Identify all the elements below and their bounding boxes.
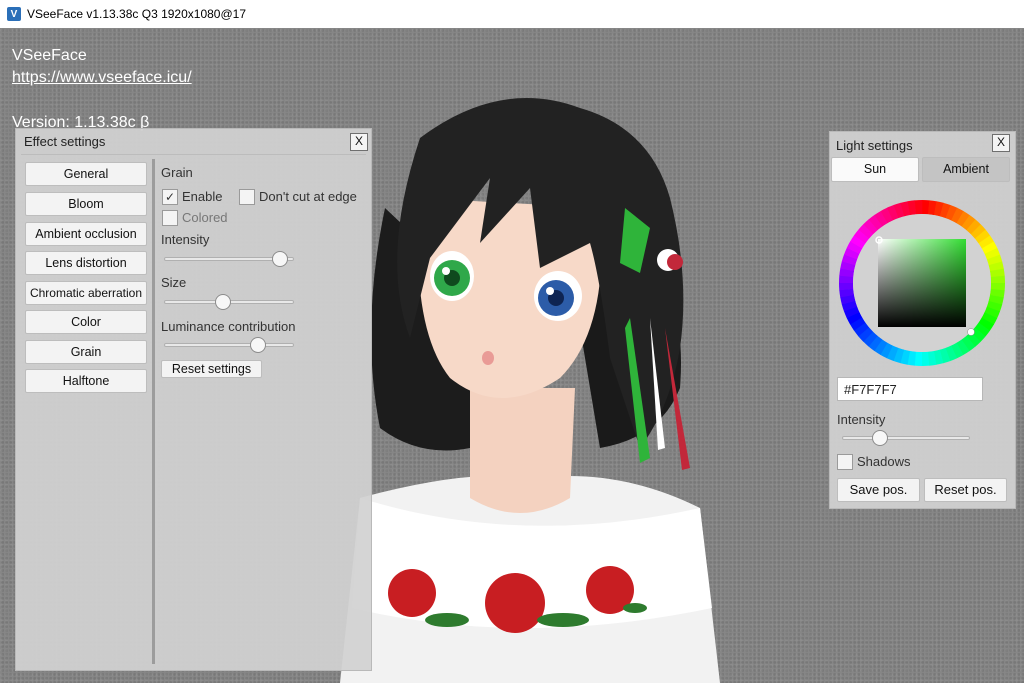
grain-section-title: Grain (161, 165, 193, 180)
light-intensity-label: Intensity (837, 412, 886, 427)
luminance-slider-thumb[interactable] (249, 337, 266, 353)
enable-label: Enable (182, 189, 223, 204)
colored-checkbox[interactable] (162, 210, 178, 226)
light-intensity-slider-track[interactable] (842, 436, 970, 440)
light-settings-title: Light settings (836, 138, 913, 153)
nav-lens-distortion-button[interactable]: Lens distortion (25, 251, 147, 275)
effect-settings-close-button[interactable]: X (350, 133, 368, 151)
dont-cut-at-edge-label: Don't cut at edge (259, 189, 357, 204)
nav-bloom-button[interactable]: Bloom (25, 192, 147, 216)
shadows-label: Shadows (857, 454, 911, 469)
tab-ambient[interactable]: Ambient (922, 157, 1010, 182)
nav-general-button[interactable]: General (25, 162, 147, 186)
luminance-contribution-label: Luminance contribution (161, 319, 296, 334)
nav-divider (152, 159, 155, 664)
nav-chromatic-aberration-button[interactable]: Chromatic aberration (25, 281, 147, 305)
shadows-checkbox[interactable] (837, 454, 853, 470)
nav-color-button[interactable]: Color (25, 310, 147, 334)
light-intensity-slider-thumb[interactable] (872, 430, 889, 446)
avatar-viewport[interactable]: VSeeFace https://www.vseeface.icu/ Versi… (0, 28, 1024, 683)
effect-settings-title: Effect settings (24, 134, 106, 149)
vseeface-app-icon: V (7, 7, 21, 21)
enable-checkbox[interactable]: ✓ (162, 189, 178, 205)
intensity-slider-thumb[interactable] (272, 251, 289, 267)
check-icon: ✓ (164, 190, 176, 204)
panel-header-divider (21, 154, 366, 155)
hue-selector-handle[interactable] (967, 328, 975, 336)
light-settings-close-button[interactable]: X (992, 134, 1010, 152)
reset-position-button[interactable]: Reset pos. (924, 478, 1007, 502)
size-label: Size (161, 275, 187, 290)
overlay-app-name: VSeeFace (12, 47, 87, 64)
luminance-slider-track[interactable] (164, 343, 294, 347)
effect-settings-panel: Effect settings X General Bloom Ambient … (15, 128, 372, 671)
nav-halftone-button[interactable]: Halftone (25, 369, 147, 393)
dont-cut-at-edge-checkbox[interactable] (239, 189, 255, 205)
light-settings-panel: Light settings X Sun Ambient #F7F7F7 Int… (829, 131, 1016, 509)
website-link[interactable]: https://www.vseeface.icu/ (12, 69, 192, 86)
window-title: VSeeFace v1.13.38c Q3 1920x1080@17 (27, 7, 246, 21)
size-slider-thumb[interactable] (215, 294, 232, 310)
colored-label: Colored (182, 210, 228, 225)
intensity-label: Intensity (161, 232, 210, 247)
color-picker-wheel[interactable] (838, 199, 1006, 367)
tab-sun[interactable]: Sun (831, 157, 919, 182)
reset-settings-button[interactable]: Reset settings (161, 360, 262, 378)
nav-ambient-occlusion-button[interactable]: Ambient occlusion (25, 222, 147, 246)
save-position-button[interactable]: Save pos. (837, 478, 920, 502)
hex-color-input[interactable] (837, 377, 983, 401)
window-title-bar: V VSeeFace v1.13.38c Q3 1920x1080@17 (0, 0, 1024, 28)
nav-grain-button[interactable]: Grain (25, 340, 147, 364)
